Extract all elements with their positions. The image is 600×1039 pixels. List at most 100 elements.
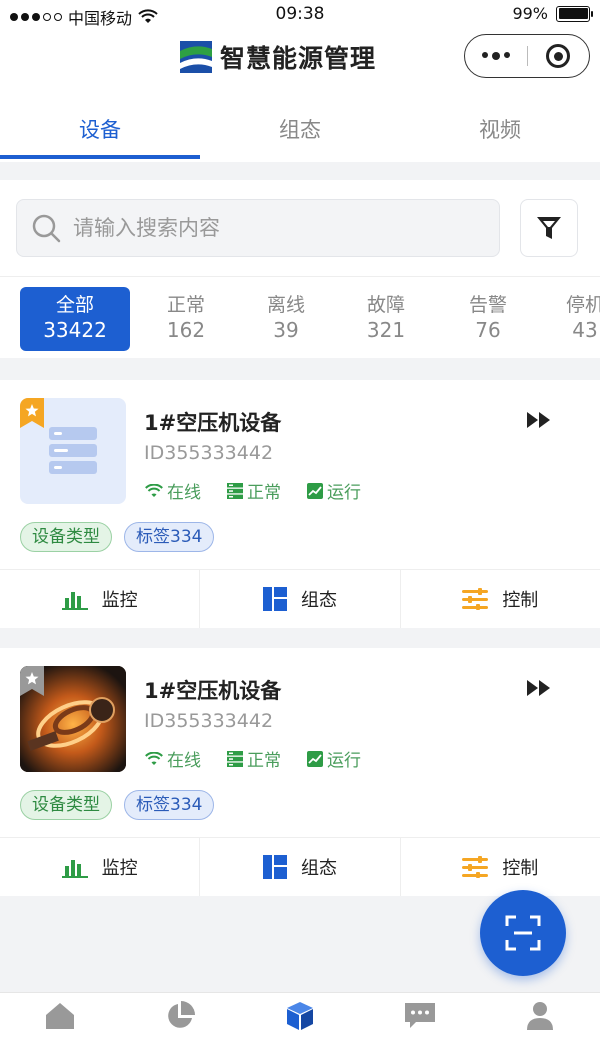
tag-device-type: 设备类型 (20, 790, 112, 820)
state-label: 正常 (247, 483, 281, 503)
configuration-button[interactable]: 组态 (200, 838, 401, 896)
device-id: ID355333442 (144, 710, 274, 732)
state-label: 在线 (167, 483, 201, 503)
action-label: 监控 (101, 590, 138, 611)
sliders-icon (462, 588, 489, 610)
bar-chart-icon (61, 860, 88, 878)
filter-label: 正常 (166, 294, 205, 316)
device-tags: 设备类型 标签334 (20, 522, 215, 552)
filter-count: 39 (273, 318, 299, 342)
tag-label: 标签334 (124, 522, 215, 552)
device-states: 在线 正常 运行 (145, 746, 361, 771)
monitor-button[interactable]: 监控 (0, 838, 201, 896)
clock: 09:38 (275, 4, 325, 24)
state-running: 运行 (307, 478, 361, 503)
monitor-button[interactable]: 监控 (0, 570, 201, 628)
nav-home[interactable] (0, 993, 120, 1039)
device-card[interactable]: 1#空压机设备 ID355333442 在线 正常 运行 设备类型 标签334 … (0, 380, 600, 628)
action-label: 组态 (300, 858, 337, 879)
page-title: 智慧能源管理 (220, 44, 377, 73)
card-actions: 监控 组态 控制 (0, 569, 600, 628)
line-chart-icon (307, 750, 323, 767)
mini-program-capsule (464, 34, 590, 78)
filter-label: 故障 (366, 294, 405, 316)
more-dots-icon (481, 52, 510, 60)
battery-icon (556, 5, 593, 22)
home-icon (46, 1003, 74, 1029)
layout-icon (262, 587, 287, 611)
filter-normal[interactable]: 正常 162 (131, 287, 241, 351)
battery-group: 99% (512, 4, 593, 23)
card-actions: 监控 组态 控制 (0, 837, 600, 896)
state-online: 在线 (145, 746, 201, 771)
scan-button[interactable] (480, 890, 566, 976)
more-button[interactable] (465, 35, 527, 77)
control-button[interactable]: 控制 (401, 838, 600, 896)
filter-icon (537, 217, 561, 239)
pie-chart-icon (168, 1001, 195, 1028)
filter-count: 76 (475, 318, 501, 342)
search-area (0, 180, 600, 276)
device-thumbnail (20, 666, 126, 772)
message-icon (405, 1003, 435, 1028)
cube-icon (287, 1002, 313, 1030)
server-icon (227, 482, 243, 499)
nav-devices[interactable] (240, 993, 360, 1039)
control-button[interactable]: 控制 (401, 570, 600, 628)
device-name: 1#空压机设备 (144, 679, 282, 703)
user-icon (527, 1002, 553, 1030)
filter-button[interactable] (520, 199, 578, 257)
sliders-icon (462, 856, 489, 878)
device-card[interactable]: 1#空压机设备 ID355333442 在线 正常 运行 设备类型 标签334 … (0, 648, 600, 896)
action-label: 控制 (502, 858, 539, 879)
tag-device-type: 设备类型 (20, 522, 112, 552)
device-states: 在线 正常 运行 (145, 478, 361, 503)
filter-count: 33422 (43, 318, 107, 342)
server-icon (227, 750, 243, 767)
filter-count: 162 (166, 318, 206, 342)
state-label: 正常 (247, 751, 281, 771)
status-bar: 中国移动 09:38 99% (0, 0, 600, 30)
action-label: 监控 (101, 858, 138, 879)
tab-devices[interactable]: 设备 (0, 88, 200, 162)
tag-label: 标签334 (124, 790, 215, 820)
search-box[interactable] (16, 199, 500, 257)
wifi-icon (145, 751, 163, 765)
device-tags: 设备类型 标签334 (20, 790, 215, 820)
state-running: 运行 (307, 746, 361, 771)
search-icon (32, 214, 61, 243)
target-icon (546, 44, 571, 68)
line-chart-icon (307, 482, 323, 499)
filter-all[interactable]: 全部 33422 (20, 287, 130, 351)
battery-percent: 99% (512, 4, 548, 23)
configuration-button[interactable]: 组态 (200, 570, 401, 628)
action-label: 组态 (300, 590, 337, 611)
state-normal: 正常 (227, 478, 281, 503)
action-label: 控制 (502, 590, 539, 611)
filter-fault[interactable]: 故障 321 (331, 287, 441, 351)
filter-label: 告警 (468, 294, 507, 316)
filter-stopped[interactable]: 停机 43 (530, 287, 600, 351)
search-input[interactable] (73, 216, 473, 240)
fast-forward-icon[interactable] (526, 678, 552, 698)
favorite-star-icon[interactable] (20, 398, 44, 428)
nav-messages[interactable] (360, 993, 480, 1039)
filter-alarm[interactable]: 告警 76 (433, 287, 543, 351)
nav-profile[interactable] (480, 993, 600, 1039)
state-label: 运行 (327, 751, 361, 771)
bottom-nav (0, 992, 600, 1039)
filter-label: 全部 (55, 294, 94, 316)
title-bar: 智慧能源管理 (0, 30, 600, 88)
top-tabs: 设备 组态 视频 (0, 88, 600, 162)
favorite-star-icon[interactable] (20, 666, 44, 696)
tab-configuration[interactable]: 组态 (200, 88, 400, 162)
app-logo-icon (180, 41, 212, 73)
close-miniprogram-button[interactable] (528, 35, 590, 77)
tab-video[interactable]: 视频 (400, 88, 600, 162)
filter-offline[interactable]: 离线 39 (231, 287, 341, 351)
fast-forward-icon[interactable] (526, 410, 552, 430)
layout-icon (262, 855, 287, 879)
nav-statistics[interactable] (120, 993, 240, 1039)
filter-count: 43 (572, 318, 598, 342)
status-filter-strip: 全部 33422 正常 162 离线 39 故障 321 告警 76 停机 43 (0, 276, 600, 358)
